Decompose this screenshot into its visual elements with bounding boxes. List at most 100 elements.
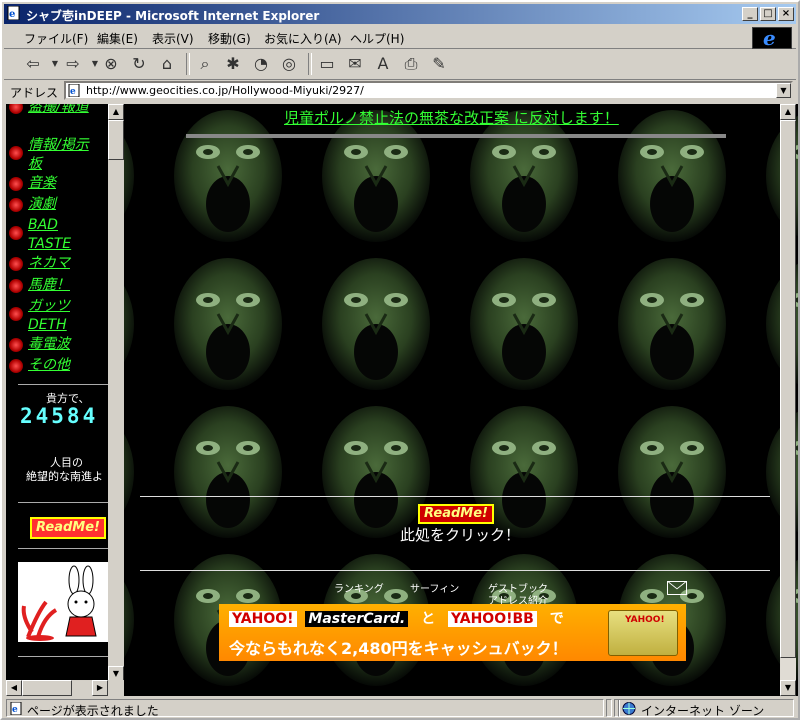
search-icon[interactable]: ⌕ — [194, 54, 216, 74]
forward-icon[interactable]: ⇨ — [62, 54, 84, 74]
menu-help[interactable]: ヘルプ(H) — [350, 30, 404, 47]
left-frame-hscrollbar[interactable]: ◀ ▶ — [6, 680, 108, 696]
status-text: ページが表示されました — [27, 704, 159, 718]
readme-button-left[interactable]: ReadMe! — [30, 517, 106, 539]
channels-icon[interactable]: ◎ — [278, 54, 300, 74]
card-logo-text: YAHOO! — [625, 615, 665, 625]
security-zone: インターネット ゾーン — [618, 699, 794, 718]
refresh-icon[interactable]: ↻ — [128, 54, 150, 74]
print-icon[interactable]: ⎙ — [400, 54, 422, 74]
menu-view[interactable]: 表示(V) — [152, 30, 194, 47]
menu-go[interactable]: 移動(G) — [208, 30, 251, 47]
page-icon: e — [10, 702, 22, 715]
footer-link-ranking[interactable]: ランキング — [334, 580, 384, 595]
yahoo-bb-ad-banner[interactable]: YAHOO! MasterCard. と YAHOO!BB で 今ならもれなく2… — [219, 604, 686, 661]
fullscreen-icon[interactable]: ▭ — [316, 54, 338, 74]
menu-favorites[interactable]: お気に入り(A) — [264, 30, 342, 47]
click-here-text[interactable]: 此処をクリック！ — [400, 524, 520, 545]
ie-page-icon: e — [7, 6, 20, 20]
nav-item-label: 馬鹿！ — [28, 277, 70, 293]
ad-yahoo-bb-logo: YAHOO!BB — [447, 611, 537, 627]
status-panel — [606, 699, 612, 717]
address-label: アドレス — [10, 86, 59, 100]
scroll-up-icon[interactable]: ▲ — [780, 104, 796, 120]
divider — [18, 548, 108, 549]
status-bar: e ページが表示されました インターネット ゾーン — [4, 698, 796, 718]
scroll-down-icon[interactable]: ▼ — [780, 680, 796, 696]
svg-text:e: e — [70, 87, 76, 97]
history-icon[interactable]: ◔ — [250, 54, 272, 74]
home-icon[interactable]: ⌂ — [156, 54, 178, 74]
browser-window: e シャブ壱inDEEP - Microsoft Internet Explor… — [0, 0, 800, 720]
hscroll-thumb[interactable] — [22, 680, 72, 696]
nav-item-label: その他 — [28, 357, 70, 373]
maximize-button[interactable]: □ — [760, 7, 776, 21]
divider — [18, 656, 108, 657]
stop-icon[interactable]: ⊗ — [100, 54, 122, 74]
page-content: 盗撮/報道 情報/掲示板 音楽 演劇 BAD TASTE ネカマ 馬鹿！ ガッツ… — [6, 104, 798, 696]
nav-item-label: 盗撮/報道 — [28, 104, 89, 115]
nav-item-label: 演劇 — [28, 196, 56, 212]
mail-icon[interactable]: ✉ — [344, 54, 366, 74]
top-divider — [186, 134, 726, 138]
ad-headline: YAHOO! MasterCard. と YAHOO!BB で — [229, 608, 564, 628]
readme-button-main[interactable]: ReadMe! — [418, 504, 494, 524]
scroll-up-icon[interactable]: ▲ — [108, 104, 124, 120]
nav-item-label: 情報/掲示板 — [28, 137, 89, 172]
menu-edit[interactable]: 編集(E) — [97, 30, 138, 47]
nav-item-label: 毒電波 — [28, 336, 70, 352]
skull-icon — [9, 198, 23, 212]
credit-card-image: YAHOO! — [608, 610, 678, 656]
skull-icon — [9, 279, 23, 293]
svg-text:e: e — [9, 9, 15, 20]
ad-cashback-text: 今ならもれなく2,480円をキャッシュバック！ — [229, 639, 568, 658]
status-text-box: e ページが表示されました — [6, 699, 604, 718]
divider — [18, 502, 108, 503]
bunny-image — [18, 562, 108, 642]
nav-item-label: ガッツDETH — [28, 298, 70, 333]
window-title: シャブ壱inDEEP - Microsoft Internet Explorer — [26, 9, 320, 23]
skull-icon — [9, 146, 23, 160]
footer-link-surfing[interactable]: サーフィン — [410, 580, 459, 595]
ad-and: と — [421, 611, 436, 627]
globe-icon — [622, 702, 636, 715]
divider — [18, 384, 108, 385]
nav-item-label: 音楽 — [28, 175, 56, 191]
minimize-button[interactable]: _ — [742, 7, 758, 21]
top-banner-link[interactable]: 児童ポルノ禁止法の無茶な改正案 に反対します！ — [284, 107, 619, 128]
address-dropdown-icon[interactable]: ▼ — [776, 83, 791, 98]
toolbar: ⇦ ▼ ⇨ ▼ ⊗ ↻ ⌂ ⌕ ✱ ◔ ◎ ▭ ✉ A ⎙ ✎ — [4, 49, 796, 80]
ie-logo-icon: e — [752, 26, 792, 50]
address-input[interactable]: e http://www.geocities.co.jp/Hollywood-M… — [64, 81, 793, 100]
ad-yahoo-logo: YAHOO! — [229, 611, 297, 627]
skull-icon — [9, 359, 23, 373]
main-scrollbar[interactable]: ▲ ▼ — [780, 104, 796, 696]
left-frame-scrollbar[interactable]: ▲ ▼ — [108, 104, 124, 682]
skull-icon — [9, 338, 23, 352]
mail-icon[interactable] — [667, 581, 687, 595]
divider — [140, 496, 770, 497]
skull-icon — [9, 226, 23, 240]
zone-text: インターネット ゾーン — [641, 704, 765, 718]
favorites-icon[interactable]: ✱ — [222, 54, 244, 74]
back-icon[interactable]: ⇦ — [22, 54, 44, 74]
menu-bar: ファイル(F) 編集(E) 表示(V) 移動(G) お気に入り(A) ヘルプ(H… — [4, 26, 796, 50]
address-bar: アドレス e http://www.geocities.co.jp/Hollyw… — [4, 80, 796, 102]
scroll-right-icon[interactable]: ▶ — [92, 680, 108, 696]
font-icon[interactable]: A — [372, 54, 394, 74]
ad-mastercard-logo: MasterCard. — [305, 611, 409, 627]
skull-icon — [9, 257, 23, 271]
scroll-thumb[interactable] — [108, 120, 124, 160]
ad-de: で — [549, 611, 564, 627]
caption-line2: 絶望的な南進よ — [26, 470, 103, 483]
skull-icon — [9, 177, 23, 191]
nav-item-label: ネカマ — [28, 255, 70, 271]
visitor-counter: 24584 — [20, 404, 99, 428]
menu-file[interactable]: ファイル(F) — [24, 30, 88, 47]
scroll-left-icon[interactable]: ◀ — [6, 680, 22, 696]
scroll-thumb[interactable] — [780, 120, 796, 658]
scrollbar-corner — [108, 680, 124, 696]
toolbar-separator — [186, 53, 190, 75]
edit-icon[interactable]: ✎ — [428, 54, 450, 74]
close-button[interactable]: × — [778, 7, 794, 21]
